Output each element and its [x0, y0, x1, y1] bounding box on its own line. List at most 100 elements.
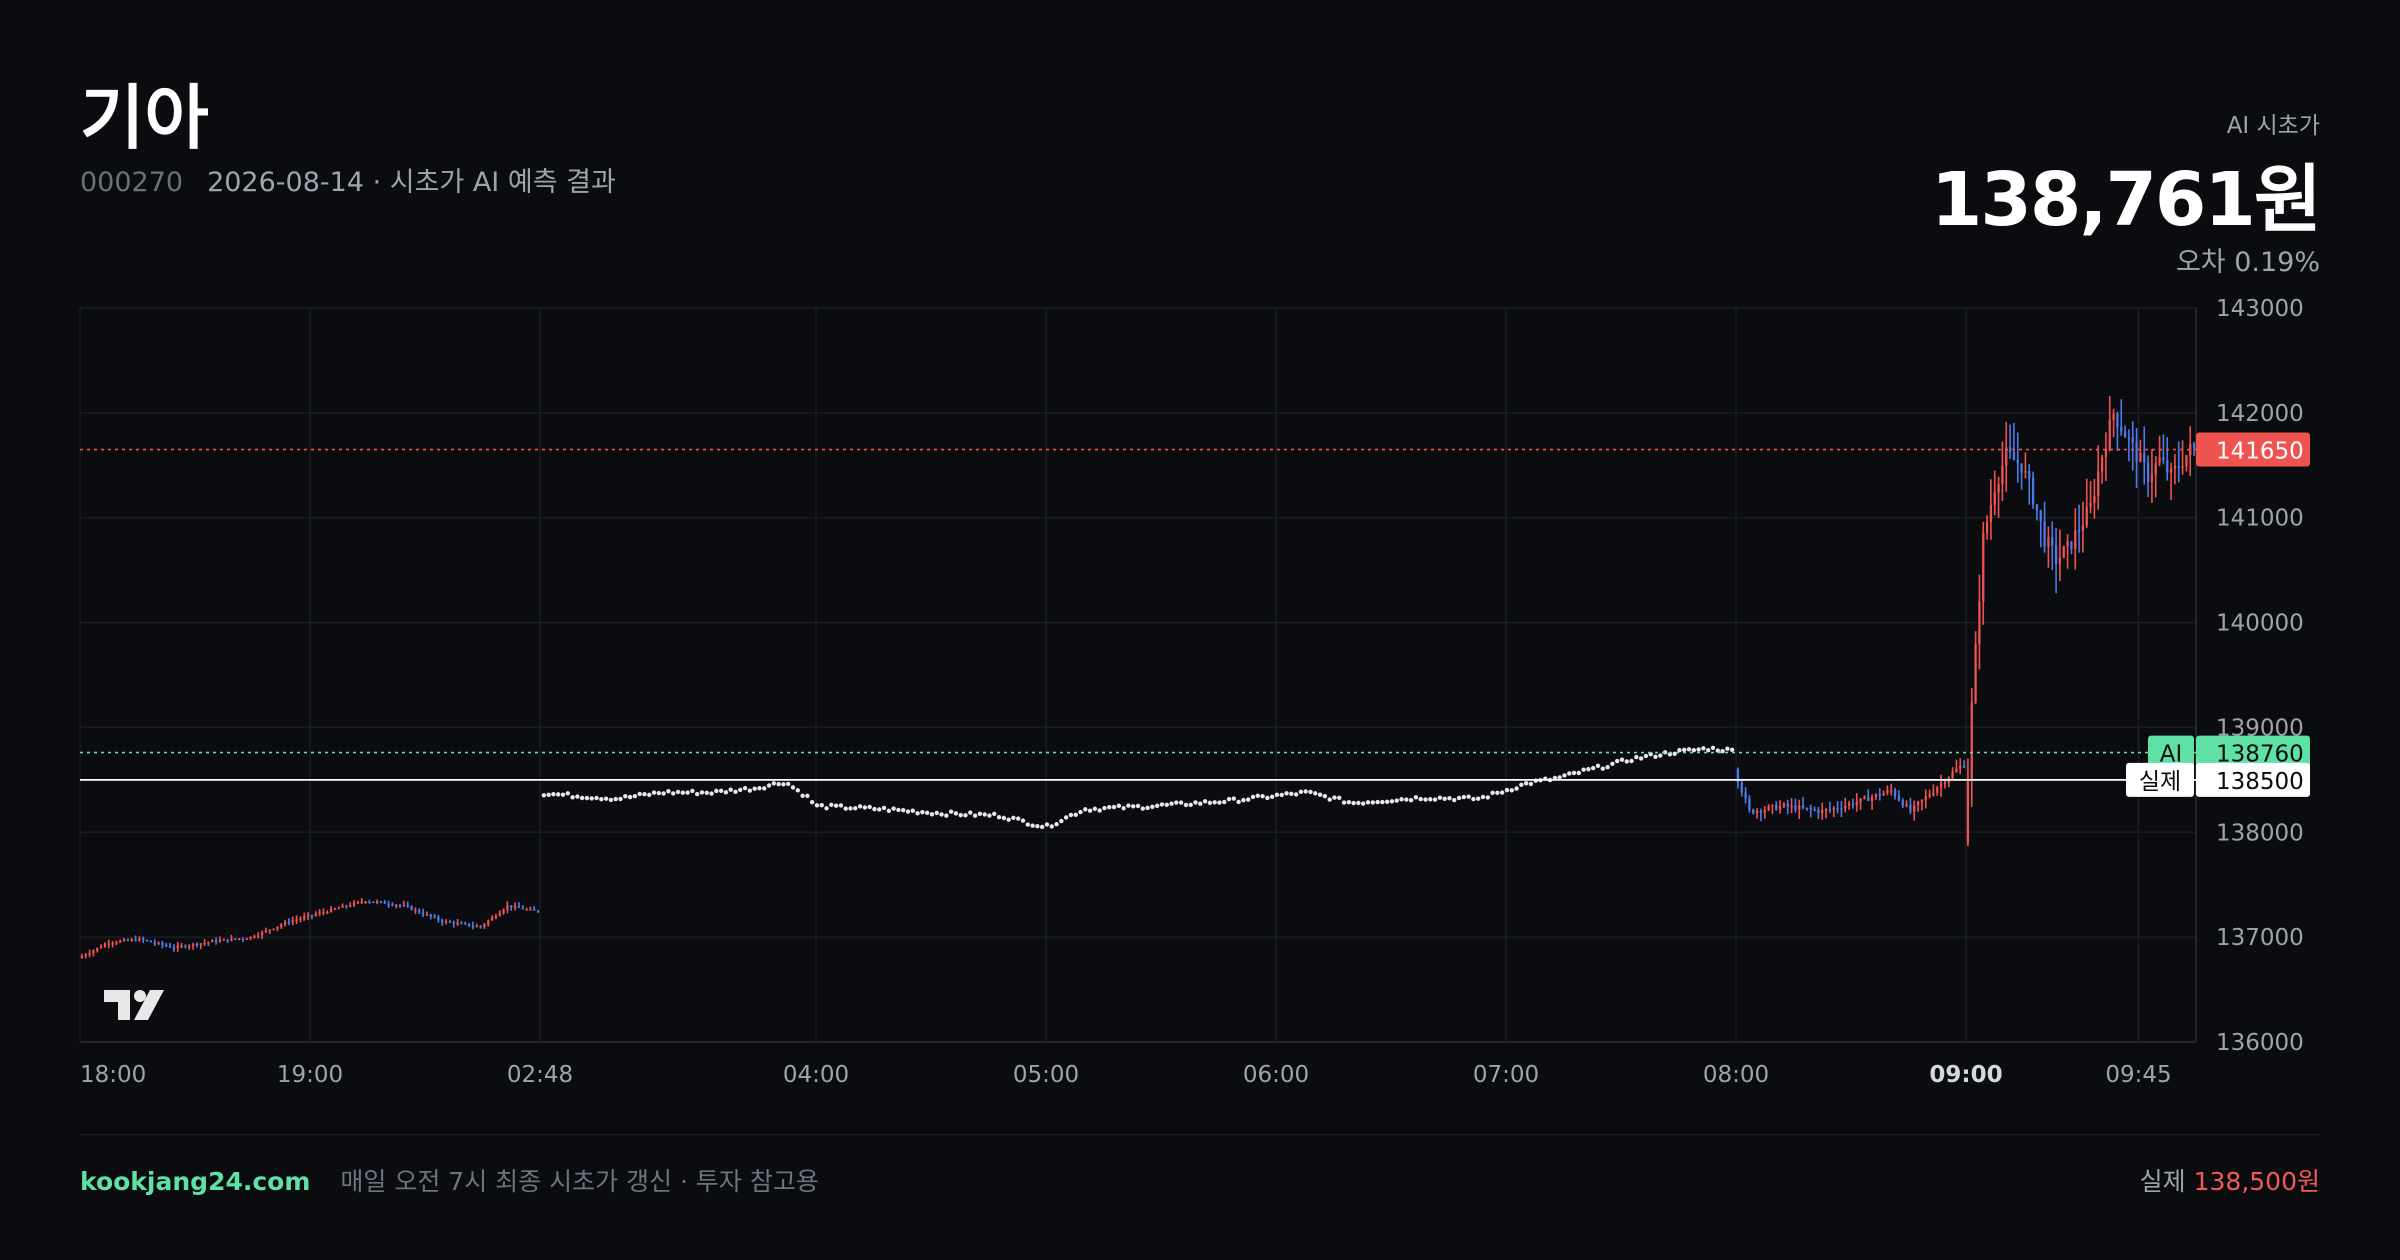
footer-divider — [80, 1134, 2320, 1135]
candle-body — [2158, 457, 2161, 464]
candle-body — [2169, 468, 2173, 473]
prediction-dot — [958, 812, 963, 818]
prediction-dot — [977, 811, 983, 817]
prediction-dot — [987, 813, 992, 818]
prediction-dot — [1217, 800, 1222, 805]
candle-body — [1943, 782, 1947, 785]
prediction-dot — [1207, 800, 1213, 806]
prediction-dot — [1706, 748, 1711, 753]
prediction-dot — [1341, 800, 1347, 805]
prediction-dot — [1102, 805, 1107, 811]
candle-body — [521, 907, 524, 910]
prediction-dot — [1169, 801, 1174, 806]
candle-body — [299, 918, 302, 920]
prediction-dot — [1653, 754, 1658, 760]
prediction-dot — [1020, 818, 1026, 823]
prediction-dot — [579, 795, 585, 801]
candle-body — [2127, 437, 2131, 439]
prediction-dot — [934, 810, 939, 816]
candle-body — [502, 909, 505, 913]
prediction-dot — [896, 807, 901, 813]
candle-body — [2074, 530, 2077, 550]
candle-body — [222, 939, 225, 941]
prediction-dot — [1389, 799, 1395, 804]
prediction-dot — [1523, 781, 1529, 786]
candle-body — [1771, 805, 1774, 807]
prediction-dot — [1159, 802, 1165, 807]
candle-body — [467, 923, 471, 926]
candle-body — [1809, 807, 1812, 810]
candle-body — [406, 904, 409, 907]
candle-body — [2070, 541, 2073, 550]
prediction-dot — [618, 796, 623, 802]
brand-link[interactable]: kookjang24.com — [80, 1167, 310, 1196]
candle-body — [2012, 452, 2016, 460]
prediction-dot — [1610, 761, 1615, 766]
candle-body — [1817, 809, 1820, 813]
prediction-dot — [742, 785, 748, 791]
candle-body — [2089, 502, 2092, 507]
candle-body — [1978, 601, 1981, 644]
candle-body — [161, 942, 164, 945]
prediction-dot — [1178, 800, 1184, 805]
prediction-dot — [891, 806, 896, 811]
candle-body — [452, 922, 455, 924]
prediction-dot — [1126, 803, 1131, 808]
prediction-dot — [901, 807, 906, 813]
candle-body — [130, 939, 133, 941]
prediction-dot — [1174, 800, 1179, 805]
x-tick-label: 09:00 — [1929, 1062, 2002, 1088]
candle-body — [283, 921, 287, 925]
prediction-dot — [1092, 806, 1098, 811]
candle-body — [425, 914, 429, 916]
prediction-dot — [1471, 796, 1476, 802]
candle-body — [2154, 463, 2157, 475]
candle-body — [329, 908, 333, 913]
candle-body — [207, 942, 210, 944]
prediction-dot — [1188, 802, 1193, 808]
candle-body — [264, 930, 268, 932]
candle-body — [249, 936, 252, 939]
candle-body — [2035, 504, 2039, 511]
prediction-dot — [1059, 818, 1064, 824]
prediction-dot — [1452, 797, 1457, 803]
prediction-dot — [1729, 747, 1735, 752]
prediction-dot — [1725, 746, 1730, 751]
candle-body — [1851, 803, 1855, 805]
prediction-dot — [1298, 789, 1304, 794]
prediction-dot — [948, 809, 954, 814]
candle-body — [360, 901, 363, 904]
candle-body — [372, 901, 375, 904]
prediction-dot — [1442, 796, 1447, 802]
prediction-dot — [1337, 795, 1342, 801]
prediction-dot — [1236, 799, 1241, 805]
prediction-dot — [584, 795, 590, 801]
prediction-dot — [1404, 797, 1409, 802]
candle-body — [295, 919, 298, 921]
prediction-dot — [814, 803, 820, 808]
candle-body — [268, 929, 271, 932]
candle-body — [1859, 798, 1862, 803]
candle-body — [1951, 771, 1954, 778]
candle-body — [345, 905, 348, 908]
prediction-dot — [709, 791, 714, 796]
prediction-dot — [1284, 791, 1289, 796]
candle-body — [533, 909, 536, 911]
prediction-dot — [1413, 795, 1419, 800]
candle-body — [1855, 802, 1858, 805]
price-chart[interactable]: 1360001370001380001390001400001410001420… — [0, 0, 2400, 1260]
prediction-dot — [1087, 808, 1093, 813]
candle-body — [149, 940, 153, 943]
candle-body — [2139, 453, 2142, 462]
candle-body — [1959, 766, 1962, 769]
candle-body — [306, 914, 310, 917]
candle-body — [1897, 796, 1901, 801]
candle-body — [1989, 505, 1993, 522]
prediction-dot — [541, 793, 547, 798]
candle-body — [241, 938, 245, 940]
y-tick-label: 141000 — [2216, 506, 2304, 532]
candle-body — [1748, 798, 1751, 810]
candle-body — [188, 945, 191, 948]
candle-body — [1890, 790, 1893, 792]
candle-body — [107, 943, 110, 946]
